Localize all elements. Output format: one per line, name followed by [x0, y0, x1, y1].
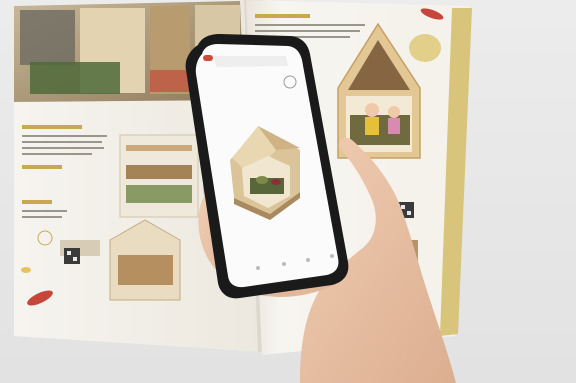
photo-scene	[0, 0, 576, 383]
record-icon	[203, 55, 213, 61]
scene-illustration	[0, 0, 576, 383]
